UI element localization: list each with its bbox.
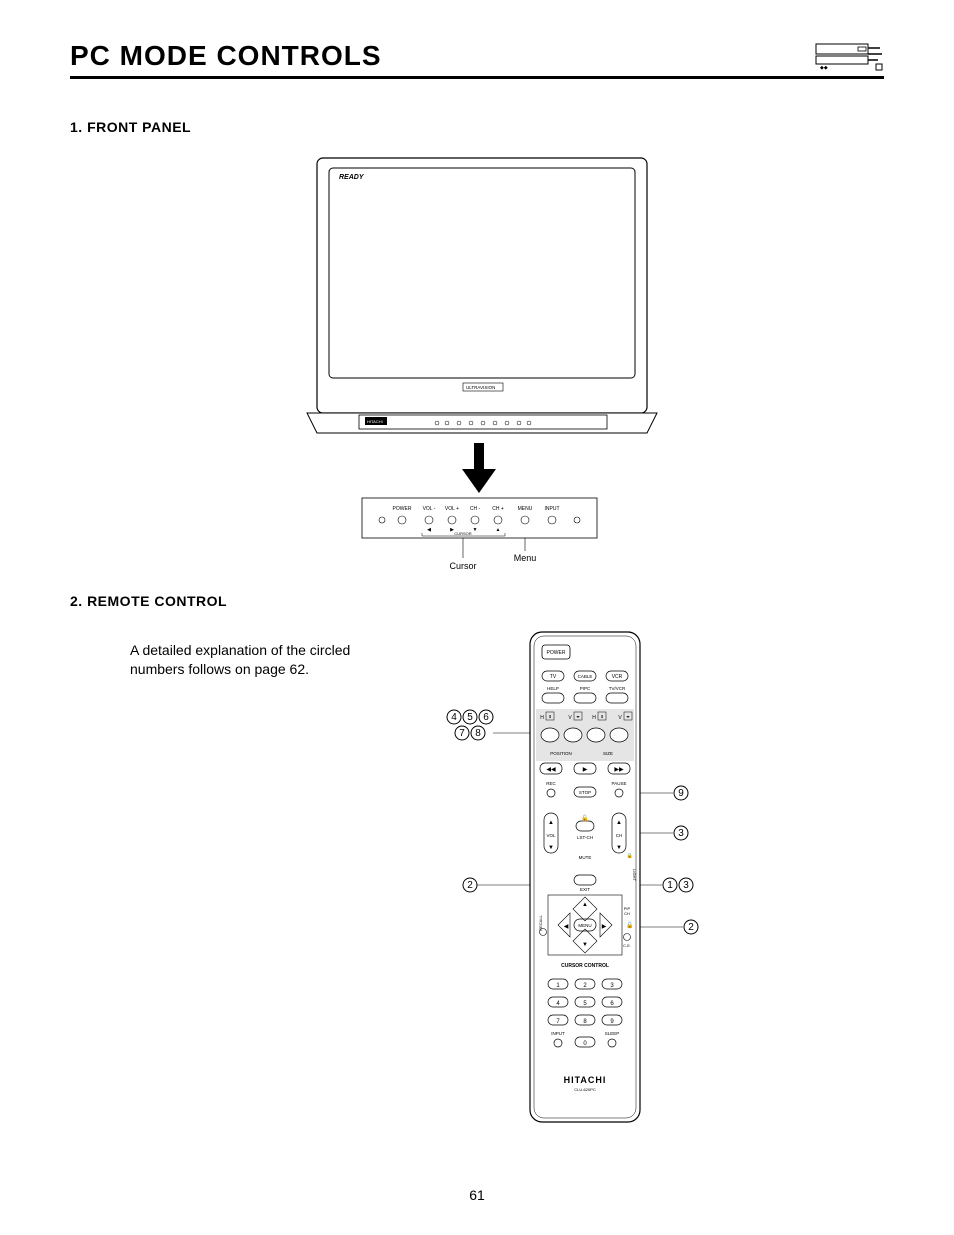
svg-text:H: H bbox=[540, 715, 544, 721]
svg-text:VOL -: VOL - bbox=[423, 506, 436, 512]
svg-text:CABLE: CABLE bbox=[578, 674, 593, 679]
svg-text:▼: ▼ bbox=[473, 527, 478, 533]
front-panel-figure: READY ULTRAVISION HITACHI bbox=[70, 153, 884, 583]
svg-text:CLU-620PC: CLU-620PC bbox=[574, 1087, 596, 1092]
svg-text:CURSOR CONTROL: CURSOR CONTROL bbox=[561, 963, 609, 969]
header-row: PC MODE CONTROLS ◆◆ bbox=[70, 40, 884, 79]
svg-text:◆◆: ◆◆ bbox=[820, 65, 828, 71]
svg-text:PIPC: PIPC bbox=[580, 686, 591, 691]
svg-text:🔒: 🔒 bbox=[627, 852, 633, 859]
svg-text:▲: ▲ bbox=[548, 820, 554, 826]
front-panel-heading: 1. FRONT PANEL bbox=[70, 119, 884, 135]
svg-text:5: 5 bbox=[467, 712, 473, 723]
svg-text:🔓: 🔓 bbox=[626, 921, 633, 929]
svg-text:▶: ▶ bbox=[583, 767, 588, 773]
svg-text:POSITION: POSITION bbox=[550, 751, 572, 756]
svg-text:LST-CH: LST-CH bbox=[577, 835, 593, 840]
svg-text:▶▶: ▶▶ bbox=[614, 767, 624, 773]
svg-text:H: H bbox=[592, 715, 596, 721]
svg-text:LIGHT: LIGHT bbox=[632, 869, 637, 881]
svg-text:HITACHI: HITACHI bbox=[564, 1075, 607, 1085]
svg-text:CH +: CH + bbox=[492, 506, 504, 512]
svg-text:MENU: MENU bbox=[518, 506, 533, 512]
remote-control-heading: 2. REMOTE CONTROL bbox=[70, 593, 884, 609]
svg-text:STOP: STOP bbox=[579, 790, 591, 795]
brand-strip: ULTRAVISION bbox=[466, 385, 495, 390]
svg-text:4: 4 bbox=[451, 712, 457, 723]
page-title: PC MODE CONTROLS bbox=[70, 40, 382, 72]
svg-text:VCR: VCR bbox=[612, 674, 623, 680]
svg-text:HELP: HELP bbox=[547, 686, 559, 691]
ready-label: READY bbox=[339, 174, 365, 181]
svg-text:MUTE: MUTE bbox=[579, 855, 592, 860]
svg-text:CH: CH bbox=[616, 833, 623, 838]
svg-text:VOL +: VOL + bbox=[445, 506, 459, 512]
svg-text:CH -: CH - bbox=[470, 506, 481, 512]
svg-text:TV/VCR: TV/VCR bbox=[609, 686, 626, 691]
remote-figure: 4 5 6 7 8 2 POWER bbox=[430, 627, 884, 1147]
svg-text:VOL: VOL bbox=[546, 833, 556, 838]
svg-text:MENU: MENU bbox=[578, 923, 591, 928]
remote-explanation-text: A detailed explanation of the circled nu… bbox=[130, 641, 390, 679]
svg-text:7: 7 bbox=[459, 728, 465, 739]
svg-text:PAUSE: PAUSE bbox=[612, 781, 627, 786]
svg-text:🔓: 🔓 bbox=[581, 814, 588, 822]
svg-text:REC: REC bbox=[546, 781, 556, 786]
svg-text:▼: ▼ bbox=[582, 942, 588, 948]
svg-text:POWER: POWER bbox=[547, 650, 566, 656]
svg-text:2: 2 bbox=[467, 880, 473, 891]
svg-text:6: 6 bbox=[483, 712, 489, 723]
svg-text:▲: ▲ bbox=[582, 902, 588, 908]
svg-text:SIZE: SIZE bbox=[603, 751, 613, 756]
callout-menu: Menu bbox=[514, 553, 537, 563]
svg-text:3: 3 bbox=[683, 880, 689, 891]
svg-text:INPUT: INPUT bbox=[551, 1031, 565, 1036]
svg-text:3: 3 bbox=[678, 828, 684, 839]
svg-text:CH: CH bbox=[624, 911, 630, 916]
svg-text:TV: TV bbox=[550, 674, 557, 680]
svg-text:INPUT: INPUT bbox=[545, 506, 560, 512]
svg-text:9: 9 bbox=[678, 788, 684, 799]
svg-text:◀◀: ◀◀ bbox=[546, 767, 556, 773]
btn-power-label: POWER bbox=[393, 506, 412, 512]
svg-text:⬍: ⬍ bbox=[548, 714, 551, 719]
svg-text:8: 8 bbox=[475, 728, 481, 739]
svg-text:◀: ◀ bbox=[564, 924, 569, 930]
svg-text:▼: ▼ bbox=[548, 845, 554, 851]
svg-text:EXIT: EXIT bbox=[580, 887, 590, 892]
svg-text:2: 2 bbox=[688, 922, 694, 933]
svg-text:CURSOR: CURSOR bbox=[454, 531, 471, 536]
svg-text:⬍: ⬍ bbox=[600, 714, 603, 719]
svg-text:▲: ▲ bbox=[616, 820, 622, 826]
svg-text:HITACHI: HITACHI bbox=[367, 419, 383, 424]
svg-text:SLEEP: SLEEP bbox=[605, 1031, 620, 1036]
callout-cursor: Cursor bbox=[449, 561, 476, 571]
svg-text:1: 1 bbox=[667, 880, 673, 891]
page-number: 61 bbox=[70, 1187, 884, 1203]
svg-text:▲: ▲ bbox=[496, 527, 501, 533]
svg-text:▼: ▼ bbox=[616, 845, 622, 851]
corner-device-icon: ◆◆ bbox=[814, 42, 884, 72]
svg-text:C.E.: C.E. bbox=[623, 943, 631, 948]
svg-text:▶: ▶ bbox=[602, 924, 607, 930]
svg-text:◀: ◀ bbox=[427, 527, 431, 533]
